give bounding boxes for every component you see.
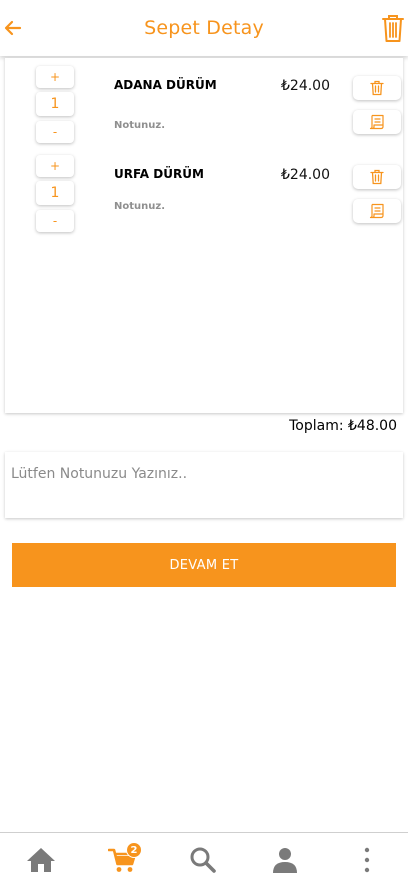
item-name: ADANA DÜRÜM (114, 78, 217, 92)
quantity-decrease-button[interactable]: - (36, 210, 74, 232)
item-price: ₺24.00 (281, 78, 330, 94)
cart-total: Toplam: ₺48.00 (289, 418, 397, 434)
note-icon (369, 203, 384, 219)
cart-items-card: + 1 - ADANA DÜRÜM ₺24.00 Notunuz. + 1 - … (5, 58, 403, 413)
nav-search[interactable] (186, 845, 220, 875)
page-title: Sepet Detay (144, 17, 264, 39)
quantity-increase-button[interactable]: + (36, 155, 74, 177)
remove-item-button[interactable] (353, 76, 401, 100)
more-vertical-icon (364, 847, 370, 873)
nav-more[interactable] (350, 845, 384, 875)
edit-note-button[interactable] (353, 199, 401, 223)
continue-button[interactable]: DEVAM ET (12, 543, 396, 587)
quantity-decrease-button[interactable]: - (36, 121, 74, 143)
remove-item-button[interactable] (353, 165, 401, 189)
item-note: Notunuz. (114, 201, 165, 212)
nav-profile[interactable] (268, 845, 302, 875)
bottom-navigation: 2 (0, 832, 408, 883)
app-header: Sepet Detay (0, 0, 408, 56)
user-icon (273, 848, 297, 873)
trash-icon[interactable] (380, 12, 406, 44)
trash-icon (370, 80, 384, 96)
quantity-value: 1 (36, 92, 74, 116)
quantity-increase-button[interactable]: + (36, 66, 74, 88)
home-icon (27, 848, 55, 872)
item-note: Notunuz. (114, 120, 165, 131)
search-icon (190, 847, 216, 873)
order-note-card (5, 452, 403, 518)
item-name: URFA DÜRÜM (114, 167, 204, 181)
quantity-value: 1 (36, 181, 74, 205)
arrow-left-icon[interactable] (2, 14, 24, 42)
edit-note-button[interactable] (353, 110, 401, 134)
order-note-input[interactable] (5, 452, 403, 518)
item-price: ₺24.00 (281, 167, 330, 183)
nav-home[interactable] (24, 845, 58, 875)
cart-item: + 1 - URFA DÜRÜM ₺24.00 Notunuz. (5, 155, 403, 239)
cart-item: + 1 - ADANA DÜRÜM ₺24.00 Notunuz. (5, 66, 403, 150)
cart-count-badge: 2 (126, 842, 142, 858)
nav-cart[interactable]: 2 (106, 842, 142, 875)
trash-icon (370, 169, 384, 185)
note-icon (369, 114, 384, 130)
